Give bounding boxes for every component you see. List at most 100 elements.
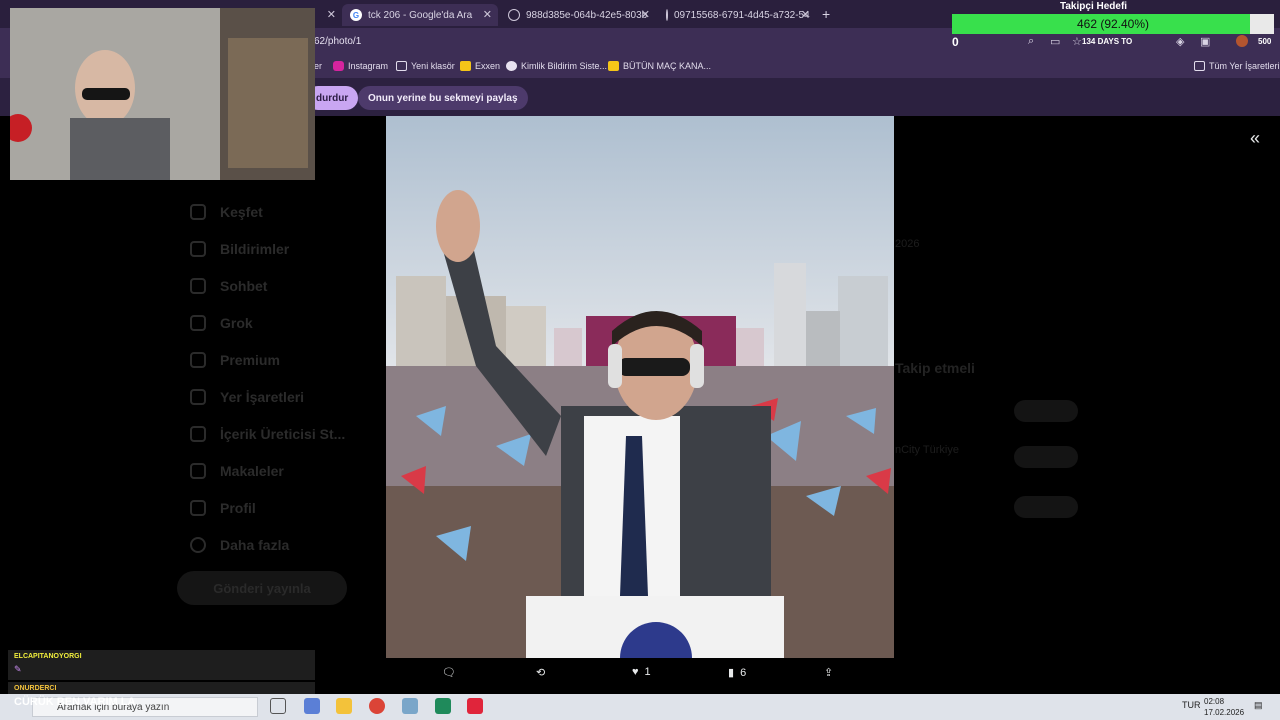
- tab-label: 09715568-6791-4d45-a732-54: [674, 9, 810, 21]
- bookmark-instagram[interactable]: Instagram: [333, 61, 388, 71]
- share-this-tab-button[interactable]: Onun yerine bu sekmeyi paylaş: [358, 86, 528, 110]
- stream-chat: ELCAPITANOYORGI ✎ ONURDERCI: [8, 650, 316, 694]
- sidebar-item-more[interactable]: Daha fazla: [190, 537, 289, 553]
- extension-icon[interactable]: ◈: [1176, 35, 1184, 48]
- obs-icon[interactable]: [467, 698, 483, 714]
- x-logo-icon: [190, 352, 206, 368]
- notification-icon[interactable]: ▤: [1254, 700, 1263, 711]
- close-icon[interactable]: ✕: [483, 8, 492, 21]
- views-chart-icon: ▮: [728, 667, 735, 679]
- tab-close-previous[interactable]: ✕: [316, 4, 342, 26]
- right-panel-dimmed: 2026 Takip etmeli nCity Türkiye: [895, 116, 1280, 696]
- new-tab-icon[interactable]: +: [822, 6, 830, 22]
- follow-button[interactable]: [1014, 496, 1078, 518]
- post-button[interactable]: Gönderi yayınla: [177, 571, 347, 605]
- bookmark-mac[interactable]: BÜTÜN MAÇ KANA...: [608, 61, 711, 71]
- follower-goal-title: Takipçi Hedefi: [1060, 1, 1128, 12]
- repost-button[interactable]: ⟲: [536, 666, 545, 679]
- file-explorer-icon[interactable]: [336, 698, 352, 714]
- app-icon[interactable]: [435, 698, 451, 714]
- chrome-icon[interactable]: [369, 698, 385, 714]
- chat-username: ONURDERCI: [14, 685, 57, 692]
- sidebar-item-chat[interactable]: Sohbet: [190, 278, 267, 294]
- bookmark-exxen[interactable]: Exxen: [460, 61, 500, 71]
- countdown-text: 134 DAYS TO: [1082, 37, 1133, 46]
- tab-uuid-1[interactable]: 988d385e-064b-42e5-803b ✕: [500, 4, 656, 26]
- follower-goal-bar: 462 (92.40%): [952, 14, 1274, 34]
- cast-icon[interactable]: ▭: [1050, 35, 1060, 48]
- sidebar-item-profile[interactable]: Profil: [190, 500, 256, 516]
- creator-icon: [190, 426, 206, 442]
- collapse-panel-icon[interactable]: «: [1250, 128, 1260, 149]
- tab-label: tck 206 - Google'da Ara: [368, 9, 473, 21]
- extensions-puzzle-icon[interactable]: ▣: [1200, 35, 1210, 48]
- bookmark-item[interactable]: er: [314, 61, 322, 71]
- globe-icon: [666, 9, 668, 21]
- webcam-overlay: [10, 8, 315, 180]
- follow-button[interactable]: [1014, 446, 1078, 468]
- bookmark-star-icon[interactable]: ☆: [1072, 35, 1082, 48]
- mail-icon: [190, 278, 206, 294]
- share-icon: ⇪: [824, 667, 834, 679]
- bookmark-folder[interactable]: Yeni klasör: [396, 61, 455, 71]
- share-button[interactable]: ⇪: [824, 666, 833, 679]
- more-icon: [190, 537, 206, 553]
- who-to-follow-heading: Takip etmeli: [895, 360, 975, 376]
- feather-emote-icon: ✎: [14, 664, 22, 674]
- profile-avatar-icon[interactable]: [1236, 35, 1248, 47]
- follow-suggestion-name: nCity Türkiye: [895, 444, 959, 456]
- post-actions: 🗨 ⟲ ♥ 1 ▮ 6 ⇪: [386, 660, 894, 694]
- reply-button[interactable]: 🗨: [442, 666, 462, 679]
- sidebar-item-premium[interactable]: Premium: [190, 352, 280, 368]
- screen: ✕ G tck 206 - Google'da Ara ✕ 988d385e-0…: [0, 0, 1280, 720]
- heart-icon: ♥: [632, 666, 639, 678]
- clock-time[interactable]: 02:08: [1204, 697, 1224, 706]
- reply-icon: 🗨: [442, 667, 456, 679]
- bookmark-icon: [190, 389, 206, 405]
- post-photo[interactable]: [386, 116, 894, 658]
- instagram-icon: [333, 61, 344, 71]
- follow-button[interactable]: [1014, 400, 1078, 422]
- sidebar-item-explore[interactable]: Keşfet: [190, 204, 263, 220]
- task-view-icon[interactable]: [270, 698, 286, 714]
- article-icon: [190, 463, 206, 479]
- profile-icon: [190, 500, 206, 516]
- sidebar-item-notifications[interactable]: Bildirimler: [190, 241, 289, 257]
- trend-year: 2026: [895, 238, 920, 250]
- language-indicator[interactable]: TUR: [1182, 700, 1201, 710]
- sidebar-item-bookmarks[interactable]: Yer İşaretleri: [190, 389, 304, 405]
- like-button[interactable]: ♥ 1: [632, 666, 651, 678]
- repost-icon: ⟲: [536, 667, 546, 679]
- webcam-scene: [10, 8, 315, 180]
- link-icon: [506, 61, 517, 71]
- grok-icon: [190, 315, 206, 331]
- sidebar-item-articles[interactable]: Makaleler: [190, 463, 284, 479]
- exxen-icon: [460, 61, 471, 71]
- close-icon[interactable]: ✕: [641, 8, 650, 21]
- sidebar-item-grok[interactable]: Grok: [190, 315, 253, 331]
- chat-text: CÜRÜK BEN VARIM LA: [14, 696, 136, 708]
- folder-icon: [396, 61, 407, 71]
- app-icon[interactable]: [402, 698, 418, 714]
- zoom-icon[interactable]: ⌕: [1028, 35, 1034, 48]
- close-icon[interactable]: ✕: [801, 8, 810, 21]
- address-bar[interactable]: 62/photo/1: [314, 36, 361, 47]
- bell-icon: [190, 241, 206, 257]
- follower-goal-max: 500: [1258, 37, 1272, 46]
- tab-google-search[interactable]: G tck 206 - Google'da Ara ✕: [342, 4, 498, 26]
- folder-icon: [1194, 61, 1205, 71]
- follower-goal-min: 0: [952, 35, 959, 49]
- chat-message: ELCAPITANOYORGI ✎: [8, 650, 315, 680]
- clock-date[interactable]: 17.02.2026: [1204, 708, 1244, 717]
- bookmark-kimlik[interactable]: Kimlik Bildirim Siste...: [506, 61, 607, 71]
- search-icon: [190, 204, 206, 220]
- copilot-icon[interactable]: [304, 698, 320, 714]
- chat-message: ONURDERCI: [8, 682, 315, 694]
- sidebar-item-creator-studio[interactable]: İçerik Üreticisi St...: [190, 426, 345, 442]
- chat-username: ELCAPITANOYORGI: [14, 653, 82, 660]
- views-button[interactable]: ▮ 6: [728, 666, 746, 680]
- follower-goal-text: 462 (92.40%): [1076, 17, 1150, 31]
- all-bookmarks[interactable]: Tüm Yer İşaretleri: [1194, 61, 1280, 71]
- photo-scene: [386, 116, 894, 658]
- tab-uuid-2[interactable]: 09715568-6791-4d45-a732-54 ✕: [658, 4, 816, 26]
